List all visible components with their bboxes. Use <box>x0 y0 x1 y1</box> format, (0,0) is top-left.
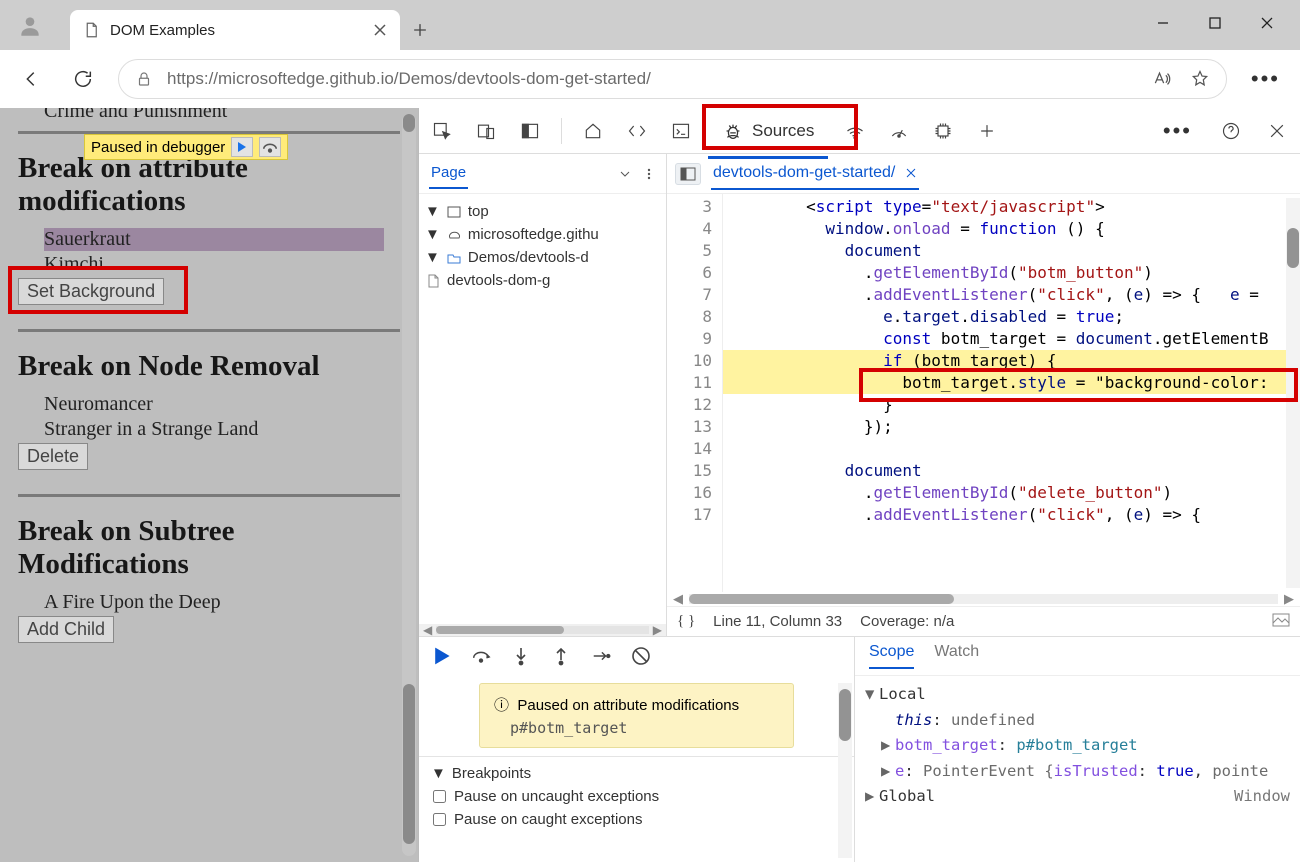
memory-tab-icon[interactable] <box>930 118 956 144</box>
watch-tab[interactable]: Watch <box>934 643 979 669</box>
devtools-toolbar: Sources ••• <box>419 108 1300 154</box>
coverage-status: Coverage: n/a <box>860 613 954 630</box>
tree-folder[interactable]: Demos/devtools-d <box>468 249 589 266</box>
devtools-pane: Sources ••• Page <box>418 108 1300 862</box>
cursor-position: Line 11, Column 33 <box>713 613 842 630</box>
debugger-left-scroll[interactable] <box>838 683 852 858</box>
scope-global-label: Global <box>879 787 935 805</box>
step-over-button[interactable] <box>259 137 281 157</box>
scope-watch-pane: Scope Watch ▼Local this: undefined ▶botm… <box>855 637 1300 862</box>
close-tab-icon[interactable] <box>372 22 388 38</box>
navigator-pane: Page ▼top ▼microsoftedge.githu ▼Demos/de… <box>419 154 667 636</box>
rendered-page-pane: Crime and Punishment Paused in debugger … <box>0 108 418 862</box>
code-editor-pane: devtools-dom-get-started/ 34567891011121… <box>667 154 1300 636</box>
pretty-print-icon[interactable]: { } <box>677 613 695 630</box>
navigator-page-tab[interactable]: Page <box>429 158 468 189</box>
more-icon[interactable] <box>642 167 656 181</box>
tree-file[interactable]: devtools-dom-g <box>447 272 550 289</box>
browser-tab[interactable]: DOM Examples <box>70 10 400 50</box>
url-field[interactable]: https://microsoftedge.github.io/Demos/de… <box>118 59 1227 99</box>
step-over-icon[interactable] <box>471 646 491 669</box>
page-icon <box>82 21 100 39</box>
more-tabs-button[interactable] <box>974 118 1000 144</box>
inspect-element-icon[interactable] <box>429 118 455 144</box>
step-out-icon[interactable] <box>551 646 571 669</box>
navigator-hscroll[interactable]: ◀▶ <box>419 624 666 636</box>
code-area[interactable]: 34567891011121314151617 <script type="te… <box>667 194 1300 592</box>
read-aloud-icon[interactable] <box>1152 69 1172 89</box>
welcome-tab-icon[interactable] <box>580 118 606 144</box>
devtools-more-button[interactable]: ••• <box>1157 118 1198 144</box>
close-window-button[interactable] <box>1244 6 1290 40</box>
paused-reason-box: ⓘ Paused on attribute modifications p#bo… <box>479 683 794 748</box>
heading-node-removal: Break on Node Removal <box>18 350 400 383</box>
minimize-button[interactable] <box>1140 6 1186 40</box>
url-text: https://microsoftedge.github.io/Demos/de… <box>167 69 651 89</box>
file-tree[interactable]: ▼top ▼microsoftedge.githu ▼Demos/devtool… <box>419 194 666 298</box>
maximize-button[interactable] <box>1192 6 1238 40</box>
divider <box>18 494 400 497</box>
debugger-controls-pane: ⓘ Paused on attribute modifications p#bo… <box>419 637 855 862</box>
resume-button[interactable] <box>231 137 253 157</box>
tree-domain[interactable]: microsoftedge.githu <box>468 226 599 243</box>
browser-more-button[interactable]: ••• <box>1245 66 1286 92</box>
open-file-tab[interactable]: devtools-dom-get-started/ <box>711 158 919 190</box>
truncated-list-item: Crime and Punishment <box>44 108 400 123</box>
paused-reason-text: Paused on attribute modifications <box>517 697 739 714</box>
favorite-icon[interactable] <box>1190 69 1210 89</box>
tree-top[interactable]: top <box>468 203 489 220</box>
pause-caught-checkbox[interactable]: Pause on caught exceptions <box>433 811 842 828</box>
add-child-button[interactable]: Add Child <box>18 616 114 643</box>
elements-tab-icon[interactable] <box>624 118 650 144</box>
address-bar: https://microsoftedge.github.io/Demos/de… <box>0 50 1300 108</box>
debugger-bottom-pane: ⓘ Paused on attribute modifications p#bo… <box>419 636 1300 862</box>
list-item: Sauerkraut <box>44 228 384 251</box>
delete-button[interactable]: Delete <box>18 443 88 470</box>
console-tab-icon[interactable] <box>668 118 694 144</box>
line-gutter: 34567891011121314151617 <box>667 194 723 592</box>
performance-tab-icon[interactable] <box>886 118 912 144</box>
chevron-down-icon[interactable] <box>618 167 632 181</box>
device-toolbar-icon[interactable] <box>473 118 499 144</box>
step-icon[interactable] <box>591 646 611 669</box>
list-item: A Fire Upon the Deep <box>44 591 400 614</box>
editor-hscroll[interactable]: ◀▶ <box>667 592 1300 606</box>
breakpoints-header[interactable]: Breakpoints <box>452 765 531 782</box>
heading-attribute-mods: Break on attribute modifications <box>18 152 400 218</box>
open-file-label: devtools-dom-get-started/ <box>713 164 895 182</box>
close-file-icon[interactable] <box>905 167 917 179</box>
new-tab-button[interactable] <box>400 10 440 50</box>
heading-subtree-mods: Break on Subtree Modifications <box>18 515 400 581</box>
resume-script-button[interactable] <box>431 646 451 669</box>
list-item: Stranger in a Strange Land <box>44 418 400 441</box>
back-button[interactable] <box>14 62 48 96</box>
paused-text: Paused in debugger <box>91 139 225 156</box>
profile-avatar[interactable] <box>10 6 50 46</box>
scope-tree[interactable]: ▼Local this: undefined ▶botm_target: p#b… <box>855 676 1300 816</box>
paused-target-text: p#botm_target <box>510 719 779 737</box>
help-icon[interactable] <box>1218 118 1244 144</box>
annotation-highlight <box>702 104 858 150</box>
step-into-icon[interactable] <box>511 646 531 669</box>
toggle-navigator-icon[interactable] <box>675 163 701 185</box>
pause-uncaught-checkbox[interactable]: Pause on uncaught exceptions <box>433 788 842 805</box>
annotation-highlight <box>8 266 188 314</box>
tab-title: DOM Examples <box>110 22 362 39</box>
scope-local-label: Local <box>879 685 926 703</box>
divider <box>18 329 400 332</box>
lock-icon <box>135 70 153 88</box>
dock-icon[interactable] <box>517 118 543 144</box>
titlebar: DOM Examples <box>0 0 1300 50</box>
source-map-icon[interactable] <box>1272 613 1290 631</box>
reload-button[interactable] <box>66 62 100 96</box>
scope-tab[interactable]: Scope <box>869 643 914 669</box>
window-controls <box>1140 6 1290 40</box>
close-devtools-icon[interactable] <box>1264 118 1290 144</box>
annotation-highlight <box>859 368 1298 402</box>
deactivate-breakpoints-icon[interactable] <box>631 646 651 669</box>
paused-in-debugger-banner: Paused in debugger <box>84 134 288 160</box>
breakpoints-section: ▼Breakpoints Pause on uncaught exception… <box>419 756 854 836</box>
editor-status-bar: { } Line 11, Column 33 Coverage: n/a <box>667 606 1300 636</box>
list-item: Neuromancer <box>44 393 400 416</box>
